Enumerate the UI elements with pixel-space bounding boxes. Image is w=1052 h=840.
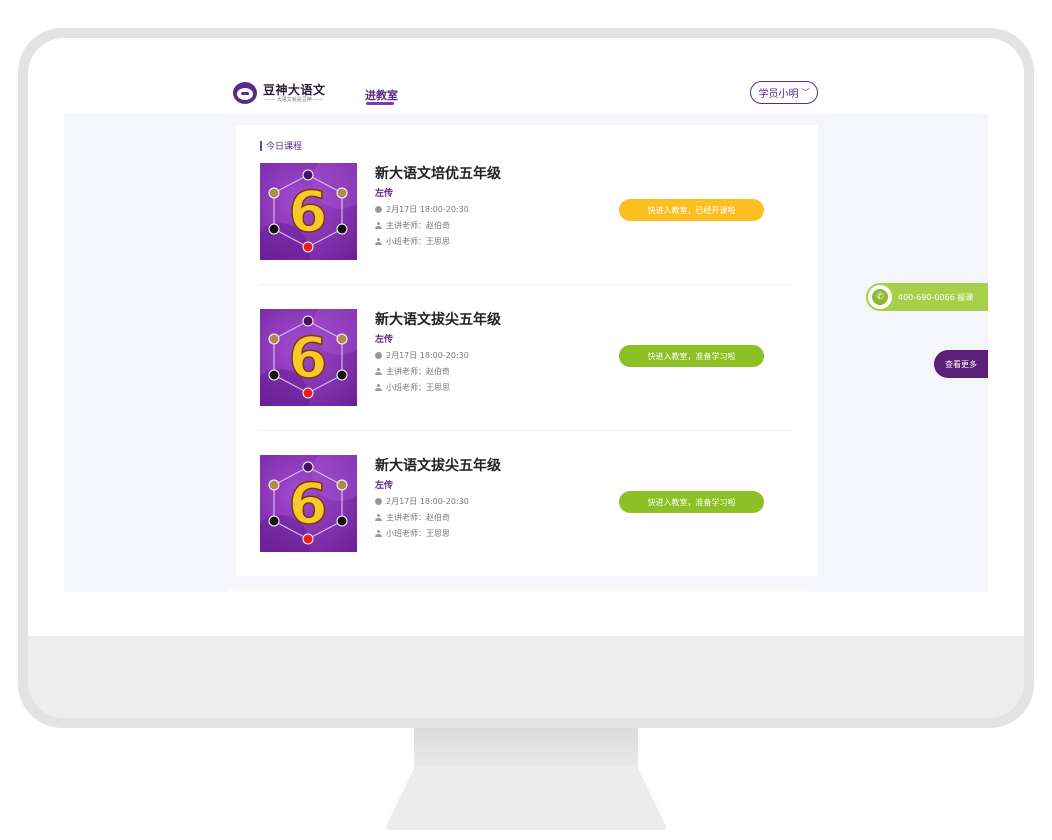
enter-classroom-button[interactable]: 快进入教室，已经开课啦 [619, 199, 764, 221]
course-title: 新大语文培优五年级 [375, 166, 501, 182]
course-lesson: 左传 [375, 335, 394, 345]
phone-icon: ✆ [868, 285, 892, 309]
grade-badge-graphic: 6 [260, 455, 357, 552]
course-thumbnail: 6 [260, 455, 357, 552]
section-today-courses: 今日课程 [260, 139, 302, 152]
course-lesson: 左传 [375, 189, 394, 199]
person-icon [375, 530, 382, 537]
brand-mascot-icon [233, 82, 257, 104]
course-time: 2月17日 18:00-20:30 [375, 204, 469, 215]
clock-icon [375, 352, 382, 359]
monitor-frame: 豆神大语文 —— 大语文就是豆神 —— 进教室 学员小明 ﹀ 今日课程 6 新大… [18, 28, 1034, 728]
brand-name: 豆神大语文 [263, 83, 326, 97]
person-icon [375, 238, 382, 245]
nav-active-indicator [366, 102, 394, 105]
hotline-widget[interactable]: ✆ 400-690-0066 报课 [866, 283, 988, 311]
course-divider [260, 284, 792, 285]
monitor-chin [28, 636, 1024, 718]
enter-classroom-button[interactable]: 快进入教室，准备学习啦 [619, 491, 764, 513]
course-thumbnail: 6 [260, 163, 357, 260]
view-more-button[interactable]: 查看更多 [934, 350, 988, 378]
course-teacher: 主讲老师：赵伯奇 [375, 512, 450, 523]
person-icon [375, 384, 382, 391]
course-assistant: 小班老师：王思思 [375, 382, 450, 393]
course-time: 2月17日 18:00-20:30 [375, 496, 469, 507]
monitor-stand-base [384, 766, 668, 830]
nav-enter-classroom[interactable]: 进教室 [365, 87, 398, 103]
grade-number: 6 [289, 180, 328, 245]
brand-tagline: —— 大语文就是豆神 —— [265, 97, 324, 103]
top-navbar: 豆神大语文 —— 大语文就是豆神 —— 进教室 学员小明 ﹀ [28, 38, 1024, 114]
user-name: 学员小明 [758, 89, 799, 100]
person-icon [375, 222, 382, 229]
course-divider [260, 430, 792, 431]
course-item: 6 新大语文拔尖五年级 左传 2月17日 18:00-20:30 主讲老师：赵伯… [260, 455, 792, 555]
chevron-down-icon: ﹀ [801, 88, 810, 97]
hotline-text: 400-690-0066 报课 [898, 292, 974, 302]
course-thumbnail: 6 [260, 309, 357, 406]
screen: 豆神大语文 —— 大语文就是豆神 —— 进教室 学员小明 ﹀ 今日课程 6 新大… [28, 38, 1024, 718]
person-icon [375, 368, 382, 375]
clock-icon [375, 206, 382, 213]
course-item: 6 新大语文培优五年级 左传 2月17日 18:00-20:30 主讲老师：赵伯… [260, 163, 792, 263]
course-teacher: 主讲老师：赵伯奇 [375, 366, 450, 377]
course-time: 2月17日 18:00-20:30 [375, 350, 469, 361]
course-title: 新大语文拔尖五年级 [375, 458, 501, 474]
user-menu-button[interactable]: 学员小明 ﹀ [750, 81, 818, 104]
course-assistant: 小班老师：王思思 [375, 236, 450, 247]
person-icon [375, 514, 382, 521]
grade-number: 6 [289, 326, 328, 391]
course-lesson: 左传 [375, 481, 394, 491]
card-shadow [228, 587, 808, 592]
grade-badge-graphic: 6 [260, 163, 357, 260]
course-assistant: 小班老师：王思思 [375, 528, 450, 539]
grade-badge-graphic: 6 [260, 309, 357, 406]
course-item: 6 新大语文拔尖五年级 左传 2月17日 18:00-20:30 主讲老师：赵伯… [260, 309, 792, 409]
course-teacher: 主讲老师：赵伯奇 [375, 220, 450, 231]
brand-logo[interactable]: 豆神大语文 —— 大语文就是豆神 —— [233, 82, 326, 104]
section-accent-bar [260, 140, 262, 151]
enter-classroom-button[interactable]: 快进入教室，准备学习啦 [619, 345, 764, 367]
clock-icon [375, 498, 382, 505]
course-title: 新大语文拔尖五年级 [375, 312, 501, 328]
monitor-stand-neck [414, 728, 638, 768]
grade-number: 6 [289, 472, 328, 537]
section-title: 今日课程 [266, 142, 303, 152]
